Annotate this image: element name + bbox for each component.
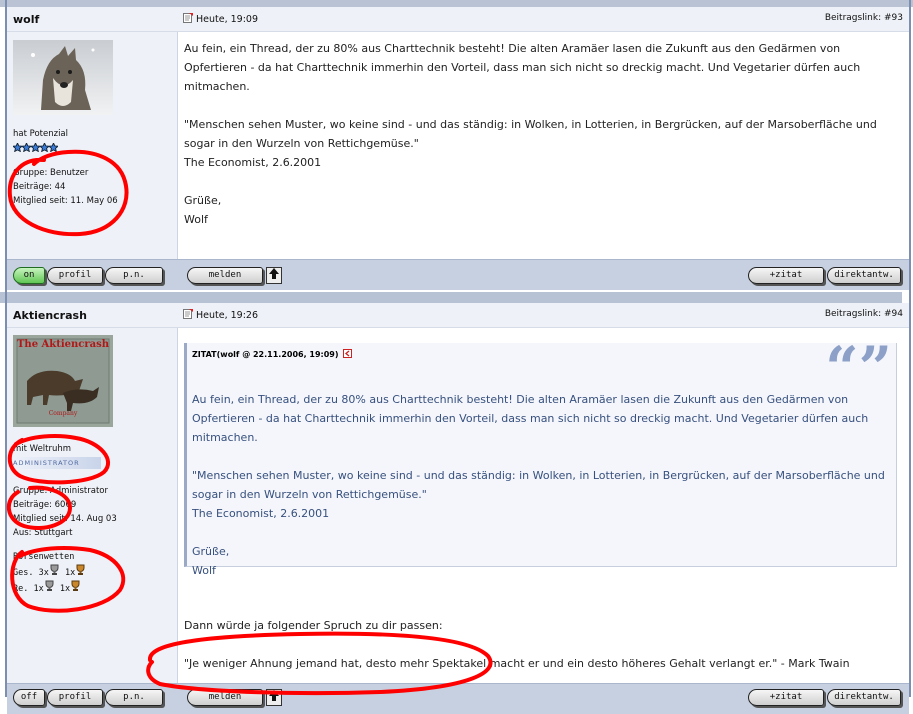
up-arrow-icon[interactable] [266, 689, 282, 706]
star-icon [49, 143, 58, 152]
post-date: Heute, 19:09 [183, 13, 258, 25]
goto-post-icon[interactable] [343, 349, 353, 358]
trophy-icon [71, 580, 80, 591]
post-message: Dann würde ja folgender Spruch zu dir pa… [184, 619, 850, 670]
user-group: Gruppe: Administrator [13, 486, 108, 496]
online-status-button[interactable]: on [13, 267, 45, 284]
avatar-title: The Aktiencrash [16, 339, 110, 350]
post-icon [183, 309, 193, 319]
frame-left-border [5, 0, 7, 697]
post-link[interactable]: Beitragslink: #94 [825, 309, 903, 319]
post-wolf: wolf Heute, 19:09 Beitragslink: #93 hat … [7, 7, 909, 293]
avatar [13, 40, 113, 115]
post-header: wolf Heute, 19:09 Beitragslink: #93 [7, 7, 909, 32]
up-arrow-icon[interactable] [266, 267, 282, 284]
trophy-icon [45, 580, 54, 591]
star-icon [13, 143, 22, 152]
post-footer: off profil p.n. melden +zitat direktantw… [7, 683, 909, 714]
quote-marks-icon: “” [825, 334, 892, 402]
quote-body: Au fein, ein Thread, der zu 80% aus Char… [192, 393, 885, 577]
post-body: Au fein, ein Thread, der zu 80% aus Char… [178, 32, 909, 259]
frame-right-border [909, 0, 911, 697]
avatar: The Aktiencrash Company [13, 335, 113, 427]
user-details: Gruppe: Administrator Beiträge: 6069 Mit… [13, 484, 117, 540]
user-awards: Börsenwetten Ges. 3x 1x Re. 1x 1x [13, 550, 86, 596]
post-author[interactable]: Aktiencrash [13, 309, 87, 322]
post-author[interactable]: wolf [13, 13, 39, 26]
post-header: Aktiencrash Heute, 19:26 Beitragslink: #… [7, 303, 909, 328]
user-member-since: Mitglied seit: 14. Aug 03 [13, 514, 117, 524]
user-post-count: Beiträge: 6069 [13, 500, 77, 510]
direct-reply-button[interactable]: direktantw. [827, 689, 901, 706]
rank-stars [13, 142, 58, 155]
post-link[interactable]: Beitragslink: #93 [825, 13, 903, 23]
profile-button[interactable]: profil [47, 689, 103, 706]
user-info-panel: hat Potenzial Gruppe: Benutzer Beiträge:… [7, 32, 178, 259]
trophy-icon [50, 564, 59, 575]
post-aktiencrash: Aktiencrash Heute, 19:26 Beitragslink: #… [7, 303, 909, 714]
user-member-since: Mitglied seit: 11. May 06 [13, 196, 118, 206]
avatar-subtitle: Company [48, 410, 78, 417]
report-button[interactable]: melden [187, 267, 263, 284]
user-location: Aus: Stuttgart [13, 528, 73, 538]
online-status-button[interactable]: off [13, 689, 45, 706]
post-message: Au fein, ein Thread, der zu 80% aus Char… [184, 42, 877, 226]
user-details: Gruppe: Benutzer Beiträge: 44 Mitglied s… [13, 166, 118, 208]
quote-button[interactable]: +zitat [748, 689, 824, 706]
post-icon [183, 13, 193, 23]
post-separator [0, 292, 902, 303]
user-info-panel: The Aktiencrash Company mit Weltruhm ADM… [7, 328, 178, 683]
quote-button[interactable]: +zitat [748, 267, 824, 284]
post-footer: on profil p.n. melden +zitat direktantw. [7, 259, 909, 290]
report-button[interactable]: melden [187, 689, 263, 706]
profile-button[interactable]: profil [47, 267, 103, 284]
awards-title: Börsenwetten [13, 552, 75, 562]
awards-re: Re. 1x 1x [13, 580, 86, 596]
star-icon [40, 143, 49, 152]
quote-block: ZITAT(wolf @ 22.11.2006, 19:09) “” Au fe… [184, 339, 897, 577]
awards-ges: Ges. 3x 1x [13, 564, 86, 580]
star-icon [31, 143, 40, 152]
direct-reply-button[interactable]: direktantw. [827, 267, 901, 284]
user-group: Gruppe: Benutzer [13, 168, 89, 178]
post-date: Heute, 19:26 [183, 309, 258, 321]
top-strip [0, 0, 913, 7]
user-rank: hat Potenzial [13, 129, 68, 139]
pm-button[interactable]: p.n. [105, 689, 163, 706]
user-rank: mit Weltruhm [13, 444, 72, 454]
quote-header: ZITAT(wolf @ 22.11.2006, 19:09) [192, 349, 353, 359]
pm-button[interactable]: p.n. [105, 267, 163, 284]
trophy-icon [76, 564, 85, 575]
role-badge: ADMINISTRATOR [13, 457, 101, 469]
post-body: ZITAT(wolf @ 22.11.2006, 19:09) “” Au fe… [178, 328, 909, 683]
star-icon [22, 143, 31, 152]
user-post-count: Beiträge: 44 [13, 182, 66, 192]
